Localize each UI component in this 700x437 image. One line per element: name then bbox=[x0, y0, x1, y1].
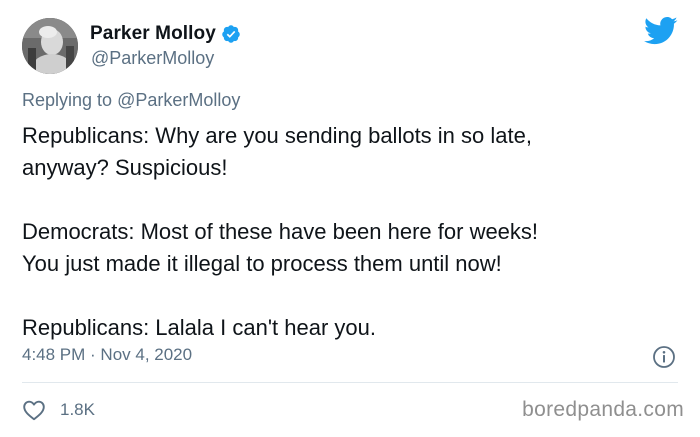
divider bbox=[22, 382, 678, 383]
tweet-timestamp[interactable]: 4:48 PM · Nov 4, 2020 bbox=[22, 345, 192, 365]
tweet-line: anyway? Suspicious! bbox=[22, 155, 228, 180]
like-action[interactable]: 1.8K bbox=[22, 398, 95, 422]
avatar-image bbox=[22, 18, 78, 74]
author-name-row[interactable]: Parker Molloy bbox=[90, 22, 241, 46]
twitter-bird-icon[interactable] bbox=[644, 16, 678, 46]
author-handle[interactable]: @ParkerMolloy bbox=[91, 48, 214, 69]
author-display-name[interactable]: Parker Molloy bbox=[90, 23, 216, 45]
tweet-paragraph: Republicans: Why are you sending ballots… bbox=[22, 120, 682, 184]
watermark: boredpanda.com bbox=[522, 398, 684, 421]
tweet-card: Parker Molloy @ParkerMolloy Replying to … bbox=[0, 0, 700, 437]
tweet-line: Democrats: Most of these have been here … bbox=[22, 219, 539, 244]
avatar[interactable] bbox=[22, 18, 78, 74]
reply-mention-link[interactable]: @ParkerMolloy bbox=[117, 90, 240, 110]
like-count: 1.8K bbox=[60, 400, 95, 419]
tweet-text: Republicans: Why are you sending ballots… bbox=[22, 120, 682, 344]
tweet-paragraph: Republicans: Lalala I can't hear you. bbox=[22, 312, 682, 344]
replying-to-label: Replying to bbox=[22, 90, 113, 110]
tweet-line: Republicans: Why are you sending ballots… bbox=[22, 123, 532, 148]
info-icon[interactable] bbox=[652, 345, 676, 369]
heart-icon[interactable] bbox=[22, 399, 46, 421]
replying-to: Replying to @ParkerMolloy bbox=[22, 90, 240, 111]
verified-badge-icon bbox=[221, 24, 241, 44]
tweet-line: You just made it illegal to process them… bbox=[22, 251, 502, 276]
tweet-line: Republicans: Lalala I can't hear you. bbox=[22, 315, 376, 340]
tweet-paragraph: Democrats: Most of these have been here … bbox=[22, 216, 682, 280]
